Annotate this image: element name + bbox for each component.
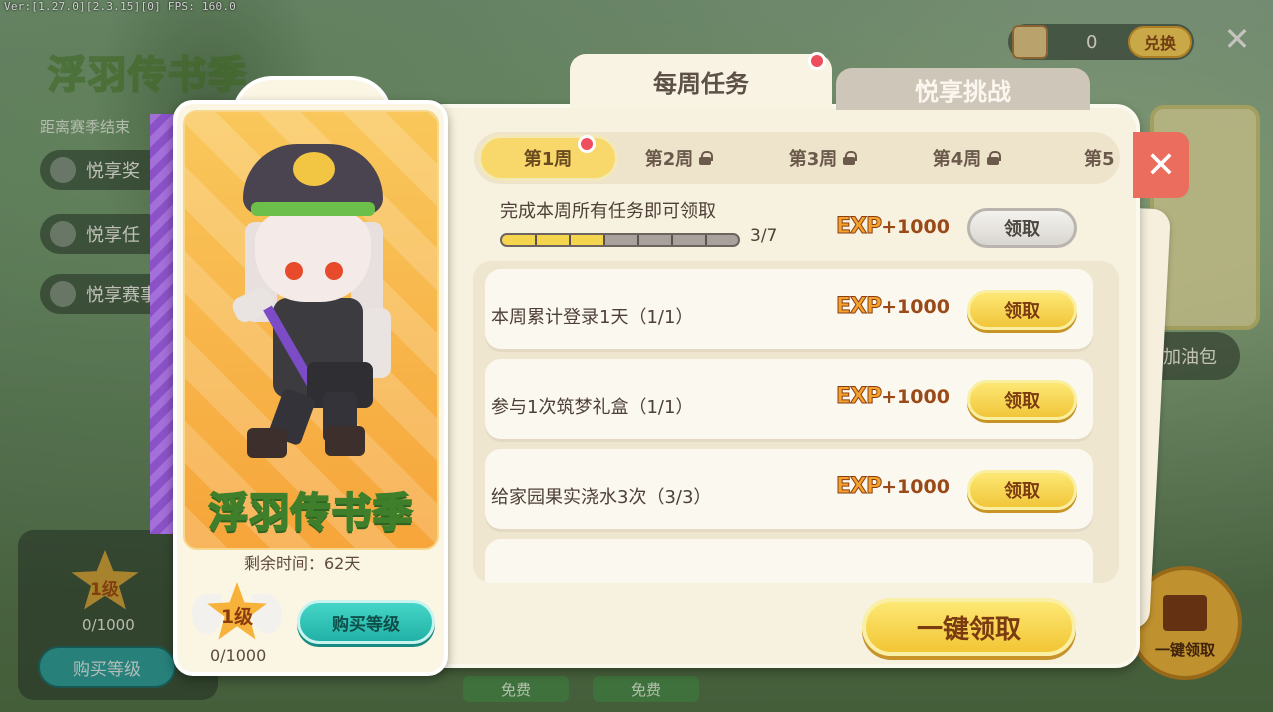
weekly-progress-fill: [502, 235, 604, 245]
lock-icon: [699, 151, 714, 165]
exp-amount: +1000: [881, 476, 950, 498]
week-tab-5[interactable]: 第5: [1040, 135, 1120, 181]
week-tab-label: 第4周: [932, 149, 982, 170]
progress-divider: [535, 235, 537, 245]
lock-icon: [987, 151, 1002, 165]
one-key-claim-button[interactable]: 一键领取: [862, 598, 1076, 656]
notification-dot: [578, 135, 596, 153]
weekly-progress-text: 3/7: [750, 226, 778, 246]
tab-challenge[interactable]: 悦享挑战: [836, 68, 1090, 110]
level-label: 1级: [220, 606, 254, 628]
week-tab-4[interactable]: 第4周: [896, 135, 1036, 181]
task-row-partial: [485, 539, 1093, 583]
tab-weekly[interactable]: 每周任务: [570, 54, 832, 108]
weekly-goal-label: 完成本周所有任务即可领取: [500, 201, 716, 222]
remaining-time: 剩余时间：62天: [244, 554, 361, 573]
level-badge: 1级: [192, 582, 282, 652]
exp-amount: +1000: [881, 296, 950, 318]
notification-dot: [808, 52, 826, 70]
level-exp: 0/1000: [210, 646, 267, 665]
task-label: 参与1次筑梦礼盒（1/1）: [491, 397, 694, 418]
progress-divider: [603, 235, 605, 245]
progress-divider: [637, 235, 639, 245]
exp-reward: EXP +1000: [835, 474, 950, 500]
exp-label: EXP: [835, 214, 882, 240]
week-tab-label: 第2周: [644, 149, 694, 170]
task-claim-button[interactable]: 领取: [967, 290, 1077, 330]
task-claim-button[interactable]: 领取: [967, 380, 1077, 420]
week-tab-3[interactable]: 第3周: [752, 135, 892, 181]
exp-amount: +1000: [881, 216, 950, 238]
week-tab-2[interactable]: 第2周: [608, 135, 748, 181]
weekly-progress-bar: [500, 233, 740, 247]
task-claim-button[interactable]: 领取: [967, 470, 1077, 510]
week-tab-label: 第3周: [788, 149, 838, 170]
progress-divider: [705, 235, 707, 245]
week-tab-label: 第5: [1084, 149, 1115, 170]
week-tab-label: 第1周: [523, 149, 573, 170]
progress-divider: [569, 235, 571, 245]
progress-divider: [671, 235, 673, 245]
exp-amount: +1000: [881, 386, 950, 408]
task-label: 给家园果实浇水3次（3/3）: [491, 487, 712, 508]
exp-reward: EXP +1000: [835, 294, 950, 320]
season-logo: 浮羽传书季: [208, 489, 414, 537]
tab-weekly-label: 每周任务: [653, 69, 749, 98]
exp-label: EXP: [835, 384, 882, 410]
close-panel-button[interactable]: ✕: [1133, 132, 1189, 198]
week-selector: 第1周 第2周 第3周 第4周 第5: [474, 132, 1120, 184]
exp-label: EXP: [835, 474, 882, 500]
close-icon: ✕: [1145, 144, 1177, 186]
exp-label: EXP: [835, 294, 882, 320]
week-tab-1[interactable]: 第1周: [478, 135, 618, 181]
buy-level-button[interactable]: 购买等级: [297, 600, 435, 644]
weekly-claim-button[interactable]: 领取: [967, 208, 1077, 248]
exp-reward: EXP +1000: [835, 214, 950, 240]
lock-icon: [843, 151, 858, 165]
exp-reward: EXP +1000: [835, 384, 950, 410]
task-label: 本周累计登录1天（1/1）: [491, 307, 694, 328]
